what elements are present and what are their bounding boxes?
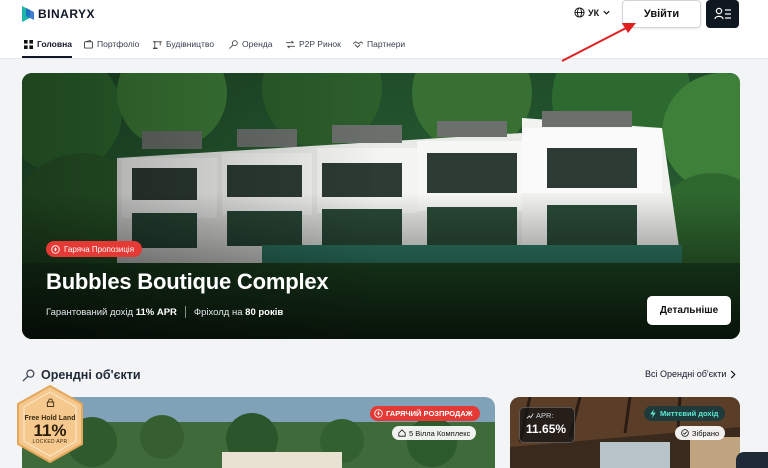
globe-icon	[574, 7, 585, 18]
hot-sale-badge: ГАРЯЧИЙ РОЗПРОДАЖ	[370, 406, 480, 421]
key-icon	[229, 39, 238, 49]
hex-value: 11%	[33, 421, 67, 440]
logo[interactable]: BINARYX	[22, 6, 95, 22]
house-icon	[398, 429, 406, 437]
flame-icon	[51, 244, 60, 254]
lock-icon	[46, 398, 54, 407]
property-type-label: 5 Вілла Комплекс	[409, 428, 471, 438]
nav-label: Портфоліо	[97, 39, 140, 49]
income-info: Гарантований дохід 11% APR	[46, 307, 177, 318]
user-menu-icon	[713, 7, 731, 20]
income-value: 11% APR	[135, 306, 177, 318]
language-selector[interactable]: УК	[574, 7, 611, 18]
see-all-label: Всі Орендні об'єкти	[645, 369, 727, 379]
hero-meta: Гарантований дохід 11% APR Фріхолд на 80…	[46, 306, 283, 318]
binaryx-logo-icon	[22, 6, 34, 22]
chevron-right-icon	[731, 369, 737, 379]
lightning-icon	[650, 409, 656, 418]
nav-label: Будівництво	[166, 39, 215, 49]
main-nav: Головна Портфоліо Будівництво Оренда P2P…	[0, 32, 768, 59]
freehold-info: Фріхолд на 80 років	[194, 307, 283, 318]
funded-status-label: Зібрано	[692, 428, 720, 438]
chat-widget-button[interactable]	[736, 452, 768, 468]
nav-item-home[interactable]: Головна	[24, 39, 72, 49]
freehold-label: Фріхолд на	[193, 306, 243, 318]
apr-label-text: APR:	[536, 411, 554, 420]
freehold-value: 80 років	[245, 306, 284, 318]
chevron-down-icon	[603, 10, 610, 15]
details-button[interactable]: Детальніше	[647, 296, 731, 325]
meta-divider	[184, 306, 186, 318]
wallet-icon	[84, 39, 93, 49]
swap-icon	[286, 40, 295, 48]
freehold-apr-badge: Free Hold Land 11% LOCKED APR	[15, 384, 85, 464]
logo-text: BINARYX	[38, 7, 96, 21]
instant-income-label: Миттєвий дохід	[660, 409, 719, 418]
nav-label: P2P Ринок	[299, 39, 341, 49]
active-tab-indicator	[22, 56, 72, 58]
nav-label: Оренда	[242, 39, 273, 49]
instant-income-badge: Миттєвий дохід	[644, 406, 726, 421]
nav-item-portfolio[interactable]: Портфоліо	[84, 39, 139, 49]
hero-title: Bubbles Boutique Complex	[46, 269, 329, 294]
hero-villa-image	[22, 73, 740, 339]
nav-item-partners[interactable]: Партнери	[353, 39, 405, 49]
rentals-title-text: Орендні об'єкти	[41, 368, 141, 382]
hot-offer-badge: Гаряча Пропозиція	[46, 241, 143, 257]
funded-status-badge: Зібрано	[675, 426, 726, 440]
profile-menu-button[interactable]	[706, 0, 739, 28]
key-icon	[22, 369, 35, 381]
nav-label: Головна	[37, 39, 72, 49]
language-label: УК	[588, 7, 600, 18]
income-label: Гарантований дохід	[46, 306, 134, 318]
hex-subtitle: LOCKED APR	[32, 439, 68, 445]
apr-label: APR:	[526, 411, 568, 420]
nav-item-p2p[interactable]: P2P Ринок	[286, 39, 341, 49]
flame-icon	[374, 409, 383, 418]
see-all-rentals-link[interactable]: Всі Орендні об'єкти	[645, 369, 737, 379]
property-type-badge: 5 Вілла Комплекс	[392, 426, 477, 440]
nav-item-rent[interactable]: Оренда	[229, 39, 272, 49]
hot-offer-label: Гаряча Пропозиція	[64, 244, 135, 254]
grid-icon	[24, 39, 33, 49]
nav-item-construction[interactable]: Будівництво	[153, 39, 214, 49]
rentals-section-title: Орендні об'єкти	[22, 368, 141, 382]
hex-content: Free Hold Land 11% LOCKED APR	[15, 384, 85, 464]
check-circle-icon	[681, 429, 689, 437]
apr-value: 11.65%	[526, 422, 567, 436]
top-header: BINARYX УК Увійти	[0, 0, 768, 32]
crane-icon	[153, 40, 162, 49]
login-button[interactable]: Увійти	[622, 0, 701, 28]
trend-up-icon	[526, 412, 534, 419]
hero-banner[interactable]: Гаряча Пропозиція Bubbles Boutique Compl…	[22, 73, 740, 339]
hot-sale-label: ГАРЯЧИЙ РОЗПРОДАЖ	[386, 409, 473, 418]
handshake-icon	[353, 40, 363, 48]
nav-label: Партнери	[367, 39, 406, 49]
apr-box: APR: 11.65%	[519, 407, 575, 443]
